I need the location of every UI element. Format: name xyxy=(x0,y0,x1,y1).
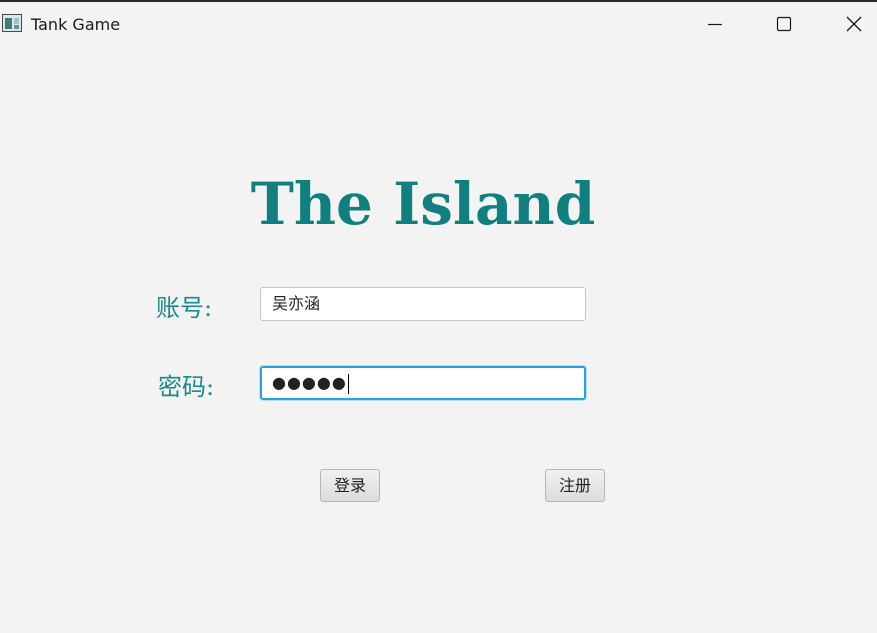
close-icon xyxy=(846,16,862,32)
maximize-icon xyxy=(776,16,792,32)
account-label: 账号: xyxy=(156,294,213,322)
maximize-button[interactable] xyxy=(761,2,807,46)
login-button[interactable]: 登录 xyxy=(320,469,380,502)
window-title: Tank Game xyxy=(31,15,121,34)
password-input[interactable]: ●●●●● xyxy=(260,366,586,400)
app-window: Tank Game The Island 账号: 吴亦涵 密码: ●●●●● 登… xyxy=(0,0,877,633)
app-icon xyxy=(2,14,22,32)
account-input-value: 吴亦涵 xyxy=(272,294,321,313)
password-label: 密码: xyxy=(158,373,215,401)
password-input-value: ●●●●● xyxy=(272,373,347,392)
close-button[interactable] xyxy=(831,2,877,46)
title-bar[interactable]: Tank Game xyxy=(0,2,877,46)
game-title-heading: The Island xyxy=(250,170,596,238)
text-caret xyxy=(347,373,349,394)
minimize-button[interactable] xyxy=(692,2,738,46)
minimize-icon xyxy=(708,23,722,26)
account-input[interactable]: 吴亦涵 xyxy=(260,287,586,321)
register-button[interactable]: 注册 xyxy=(545,469,605,502)
